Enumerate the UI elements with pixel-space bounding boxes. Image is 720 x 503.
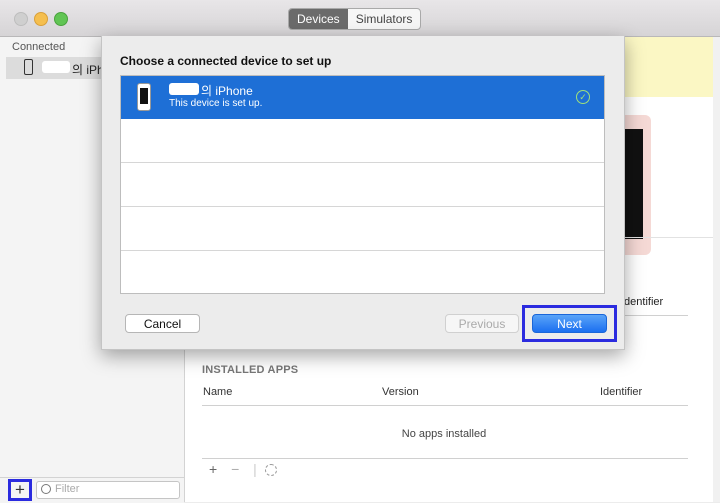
list-item-device[interactable]: 의 iPhone This device is set up. ✓ (121, 76, 604, 119)
table-footer-divider (202, 458, 688, 459)
info-banner (621, 37, 713, 97)
redacted-name (42, 61, 70, 73)
tab-devices[interactable]: Devices (289, 9, 348, 29)
installed-apps-title: INSTALLED APPS (202, 364, 299, 376)
checkmark-icon: ✓ (576, 90, 590, 104)
device-list: 의 iPhone This device is set up. ✓ (120, 75, 605, 294)
cancel-button[interactable]: Cancel (125, 314, 200, 333)
filter-input[interactable]: Filter (36, 481, 180, 499)
column-identifier[interactable]: Identifier (600, 386, 642, 398)
scrollbar[interactable] (713, 37, 720, 502)
next-button[interactable]: Next (532, 314, 607, 333)
table-header-divider (202, 405, 688, 406)
add-app-button[interactable]: + (209, 461, 217, 477)
toolbar-separator: | (253, 461, 257, 477)
identifier-label: Identifier (621, 296, 664, 308)
list-item (121, 251, 604, 294)
divider (621, 315, 688, 316)
empty-apps-message: No apps installed (401, 428, 487, 440)
device-name: 의 iPhone (201, 84, 253, 98)
tab-simulators[interactable]: Simulators (348, 9, 421, 29)
zoom-window-button[interactable] (54, 12, 68, 26)
column-name[interactable]: Name (203, 386, 232, 398)
iphone-icon (137, 83, 151, 111)
close-window-button[interactable] (14, 12, 28, 26)
sidebar-section-header: Connected (12, 41, 66, 53)
list-item (121, 163, 604, 207)
minimize-window-button[interactable] (34, 12, 48, 26)
apps-toolbar: + − | (209, 461, 287, 477)
view-segmented-control: Devices Simulators (288, 8, 422, 30)
list-item (121, 119, 604, 163)
device-status: This device is set up. (169, 98, 263, 109)
add-device-button[interactable]: + (8, 479, 32, 501)
column-version[interactable]: Version (382, 386, 419, 398)
remove-app-button[interactable]: − (231, 461, 239, 477)
previous-button[interactable]: Previous (445, 314, 519, 333)
gear-icon[interactable] (264, 464, 277, 477)
next-button-highlight: Next (522, 305, 617, 342)
redacted-name (169, 83, 199, 95)
sidebar-bottom-bar: + Filter (0, 477, 184, 503)
dialog-title: Choose a connected device to set up (120, 54, 332, 68)
iphone-icon (24, 59, 33, 75)
filter-placeholder: Filter (55, 483, 80, 495)
setup-device-dialog: Choose a connected device to set up 의 iP… (101, 36, 625, 350)
window-titlebar: Devices Simulators (0, 0, 720, 37)
filter-icon (41, 484, 51, 494)
list-item (121, 207, 604, 251)
